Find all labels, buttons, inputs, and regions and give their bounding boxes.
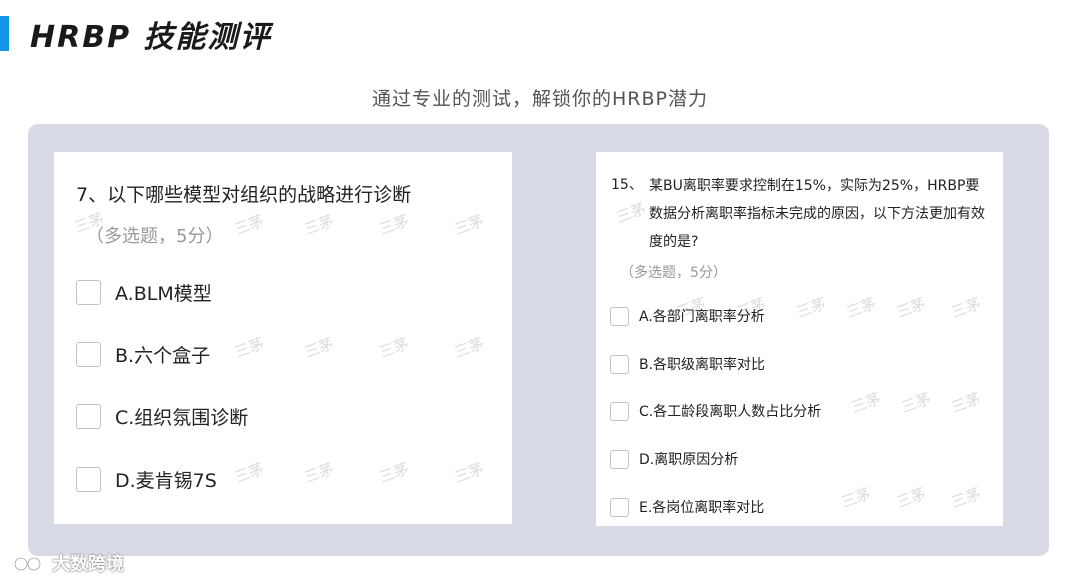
option-d[interactable]: D.麦肯锡7S <box>76 466 217 493</box>
watermark: 三茅 <box>451 334 487 362</box>
option-label: A.BLM模型 <box>115 283 212 305</box>
watermark: 三茅 <box>451 211 487 239</box>
checkbox[interactable] <box>76 404 101 429</box>
brand-logo-icon <box>13 556 42 572</box>
header-accent-bar <box>0 16 9 51</box>
watermark: 三茅 <box>838 484 874 512</box>
question-type-note: （多选题，5分） <box>86 226 224 247</box>
watermark: 三茅 <box>231 459 267 487</box>
watermark: 三茅 <box>948 484 984 512</box>
question-card-7: 三茅 三茅 三茅 三茅 三茅 三茅 三茅 三茅 三茅 三茅 三茅 三茅 三茅 7… <box>54 152 512 524</box>
question-title: 某BU离职率要求控制在15%，实际为25%，HRBP要数据分析离职率指标未完成的… <box>649 178 985 250</box>
watermark: 三茅 <box>376 211 412 239</box>
footer-brand-label: 大数跨境 <box>52 554 124 575</box>
option-label: E.各岗位离职率对比 <box>639 500 765 516</box>
watermark: 三茅 <box>793 294 829 322</box>
watermark: 三茅 <box>948 389 984 417</box>
checkbox[interactable] <box>610 354 629 374</box>
option-b[interactable]: B.六个盒子 <box>76 341 210 368</box>
option-label: C.各工龄段离职人数占比分析 <box>639 404 822 420</box>
option-label: C.组织氛围诊断 <box>115 407 249 429</box>
question-type-note: （多选题，5分） <box>620 265 727 281</box>
watermark: 三茅 <box>613 199 649 227</box>
option-label: D.离职原因分析 <box>639 452 739 468</box>
watermark: 三茅 <box>893 294 929 322</box>
checkbox[interactable] <box>76 342 101 367</box>
option-e[interactable]: E.各岗位离职率对比 <box>610 497 764 517</box>
option-c[interactable]: C.组织氛围诊断 <box>76 403 248 430</box>
option-label: B.各职级离职率对比 <box>639 357 766 373</box>
watermark: 三茅 <box>376 334 412 362</box>
checkbox[interactable] <box>610 449 629 469</box>
question-title: 7、以下哪些模型对组织的战略进行诊断 <box>76 184 412 206</box>
footer-brand: 大数跨境 <box>12 550 124 576</box>
question-number: 15、 <box>611 177 643 193</box>
page-subtitle: 通过专业的测试，解锁你的HRBP潜力 <box>372 88 708 110</box>
checkbox[interactable] <box>610 401 629 421</box>
watermark: 三茅 <box>843 294 879 322</box>
checkbox[interactable] <box>610 497 629 517</box>
option-c[interactable]: C.各工龄段离职人数占比分析 <box>610 401 821 421</box>
watermark: 三茅 <box>231 211 267 239</box>
watermark: 三茅 <box>301 459 337 487</box>
option-b[interactable]: B.各职级离职率对比 <box>610 354 765 374</box>
watermark: 三茅 <box>893 484 929 512</box>
option-label: A.各部门离职率分析 <box>639 309 765 325</box>
watermark: 三茅 <box>301 211 337 239</box>
page-title: HRBP 技能测评 <box>30 20 272 55</box>
question-card-15: 三茅 三茅 三茅 三茅 三茅 三茅 三茅 三茅 三茅 三茅 三茅 三茅 三茅 1… <box>596 152 1003 526</box>
option-label: B.六个盒子 <box>115 345 211 367</box>
option-d[interactable]: D.离职原因分析 <box>610 449 738 469</box>
watermark: 三茅 <box>898 389 934 417</box>
checkbox[interactable] <box>610 306 629 326</box>
checkbox[interactable] <box>76 280 101 305</box>
watermark: 三茅 <box>231 334 267 362</box>
watermark: 三茅 <box>848 389 884 417</box>
option-label: D.麦肯锡7S <box>115 470 217 492</box>
watermark: 三茅 <box>376 459 412 487</box>
option-a[interactable]: A.各部门离职率分析 <box>610 306 765 326</box>
option-a[interactable]: A.BLM模型 <box>76 279 212 306</box>
watermark: 三茅 <box>301 334 337 362</box>
watermark: 三茅 <box>451 459 487 487</box>
watermark: 三茅 <box>948 294 984 322</box>
checkbox[interactable] <box>76 467 101 492</box>
